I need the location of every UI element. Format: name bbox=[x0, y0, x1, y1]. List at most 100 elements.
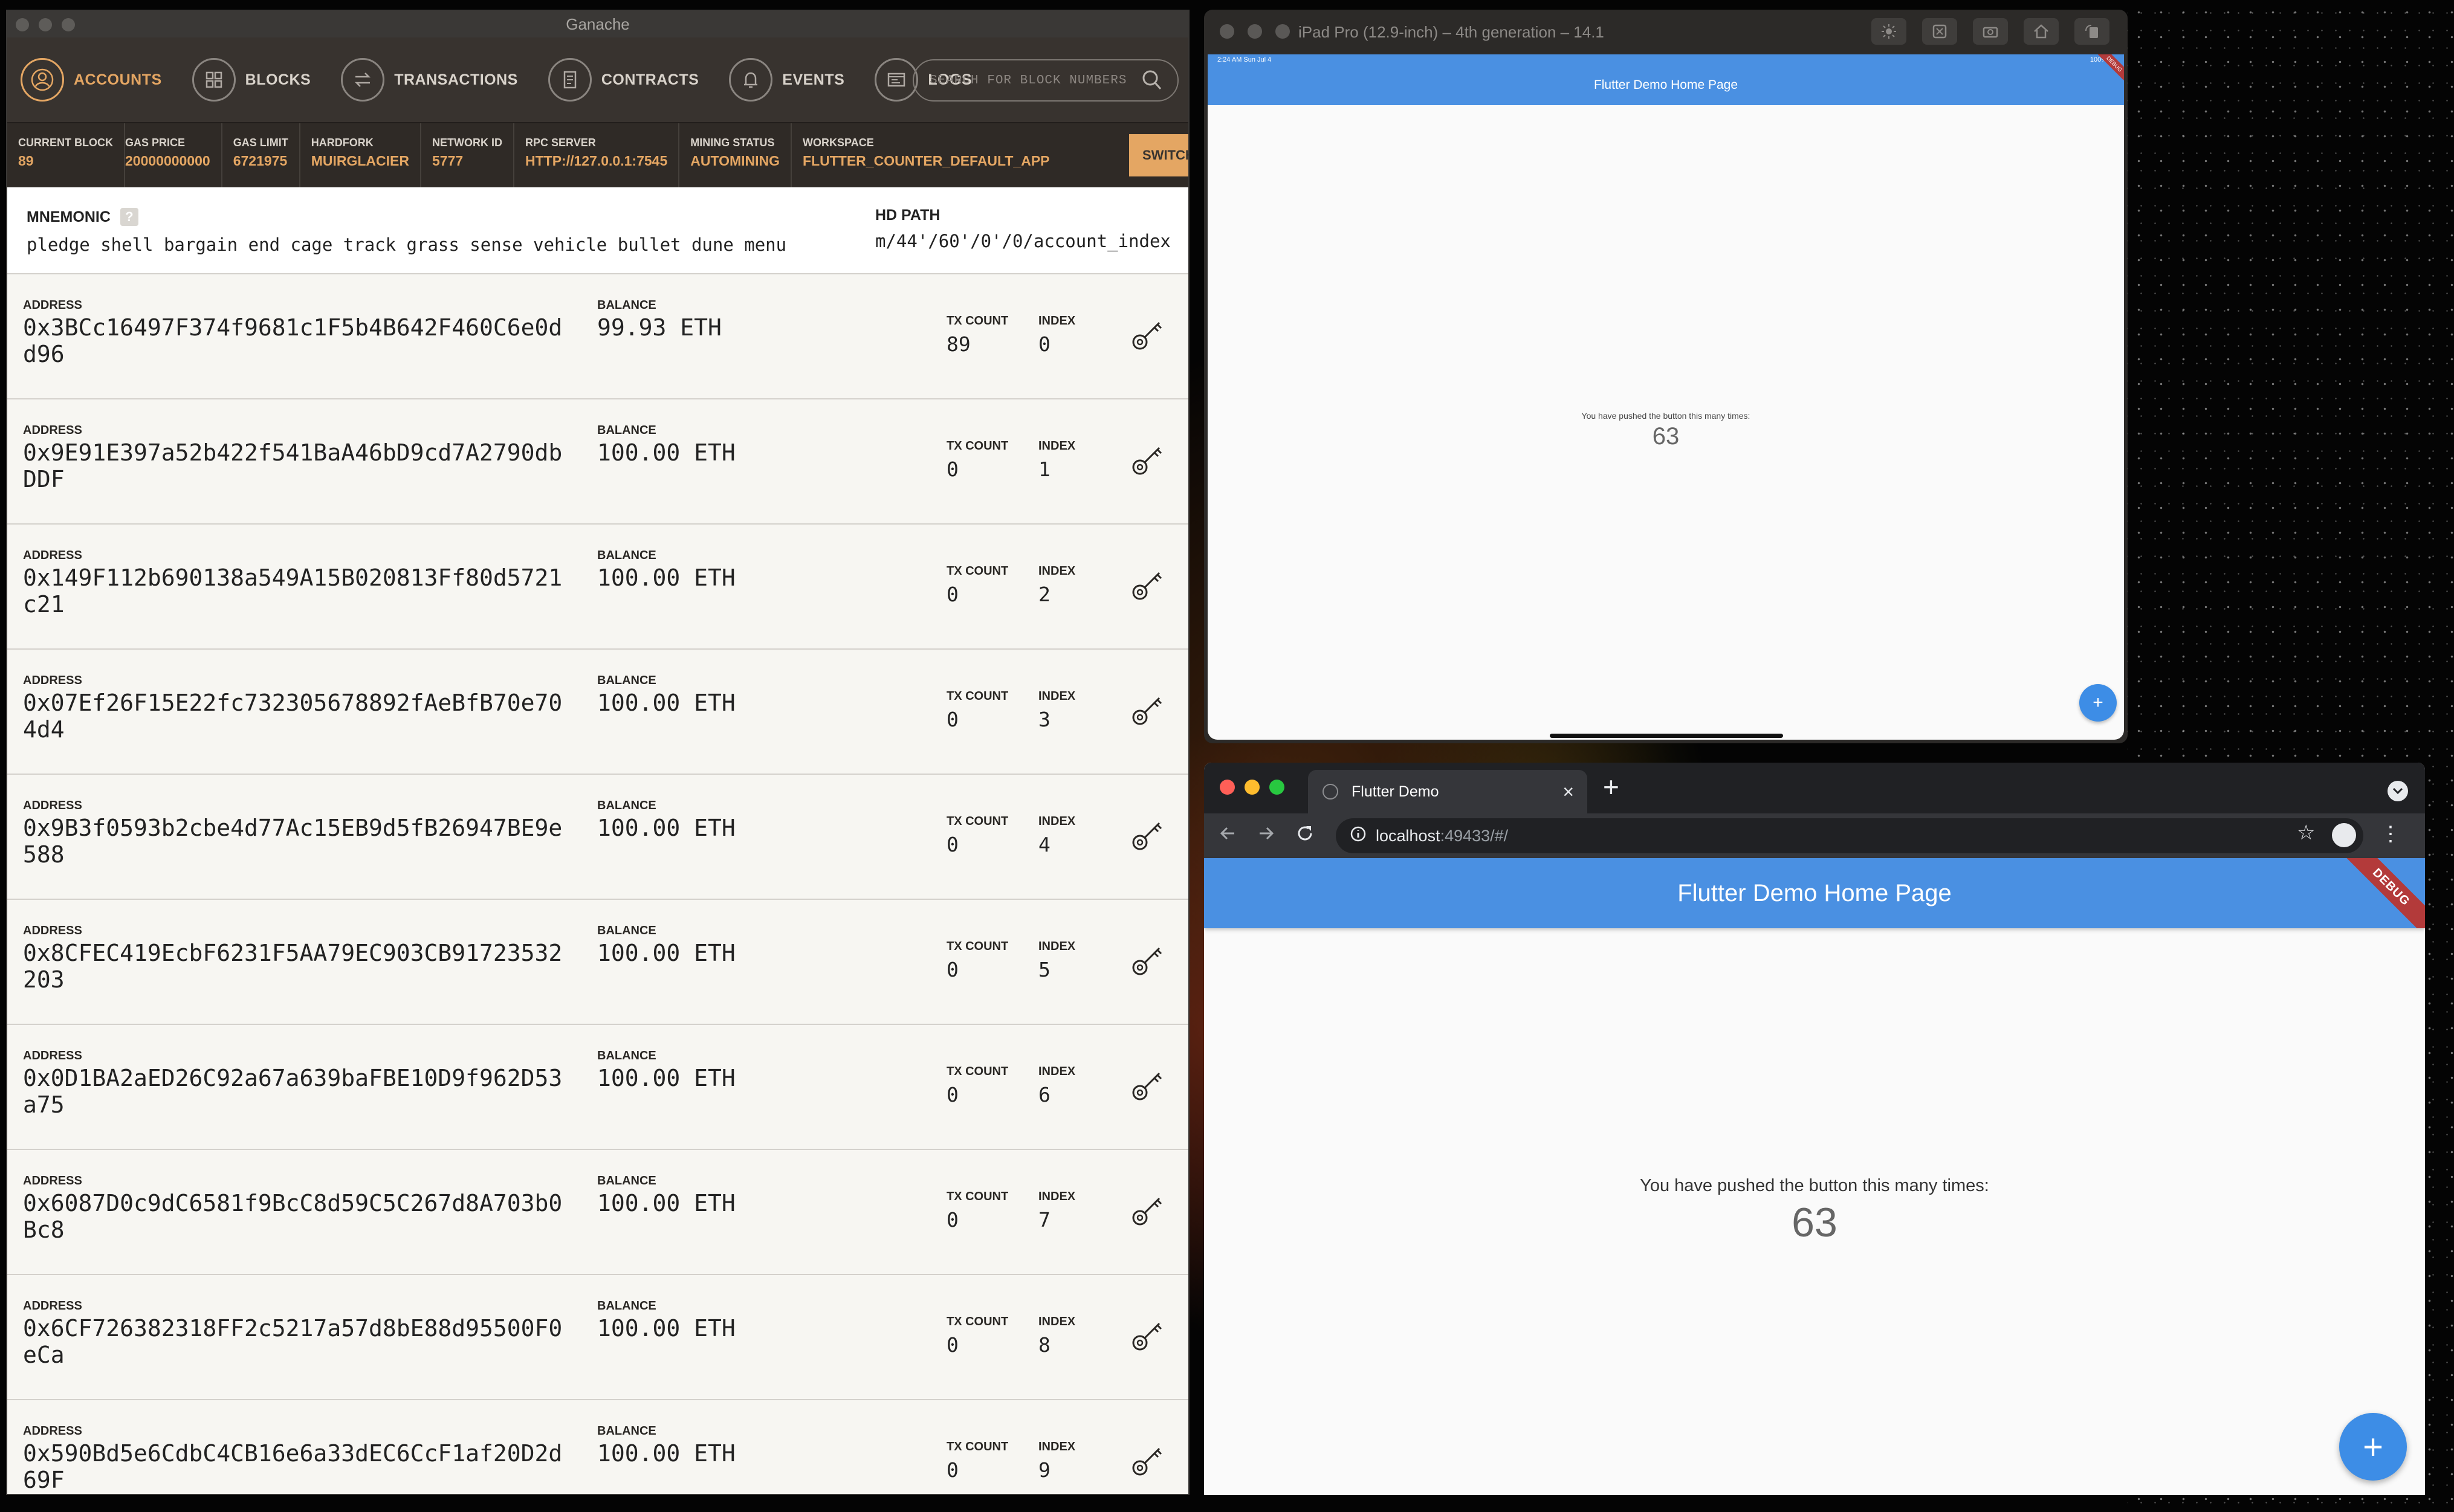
increment-fab[interactable]: + bbox=[2339, 1413, 2407, 1481]
account-row[interactable]: ADDRESS 0x6CF726382318FF2c5217a57d8bE88d… bbox=[7, 1275, 1188, 1400]
key-icon[interactable] bbox=[1130, 817, 1165, 855]
index-label: INDEX bbox=[1038, 1065, 1076, 1078]
account-row[interactable]: ADDRESS 0x07Ef26F15E22fc732305678892fAeB… bbox=[7, 650, 1188, 775]
tab-title: Flutter Demo bbox=[1352, 783, 1439, 800]
account-row[interactable]: ADDRESS 0x9B3f0593b2cbe4d77Ac15EB9d5fB26… bbox=[7, 775, 1188, 900]
account-row[interactable]: ADDRESS 0x6087D0c9dC6581f9BcC8d59C5C267d… bbox=[7, 1150, 1188, 1275]
account-tx-count: 0 bbox=[947, 583, 959, 606]
info-workspace: WORKSPACE FLUTTER_COUNTER_DEFAULT_APP bbox=[803, 137, 1050, 169]
home-icon[interactable] bbox=[2024, 18, 2059, 45]
brightness-icon[interactable] bbox=[1871, 18, 1906, 45]
info-gas-limit: GAS LIMIT 6721975 bbox=[222, 123, 300, 187]
forward-arrow-icon[interactable] bbox=[1256, 823, 1277, 848]
info-rpc-server: RPC SERVER HTTP://127.0.0.1:7545 bbox=[514, 123, 680, 187]
simulator-window: iPad Pro (12.9-inch) – 4th generation – … bbox=[1204, 10, 2128, 743]
tab-flutter-demo[interactable]: Flutter Demo × bbox=[1308, 770, 1587, 813]
window-title: Ganache bbox=[566, 15, 630, 33]
key-icon[interactable] bbox=[1130, 442, 1165, 480]
screenshot-icon[interactable] bbox=[1922, 18, 1957, 45]
camera-icon[interactable] bbox=[1973, 18, 2008, 45]
account-balance: 100.00 ETH bbox=[597, 1440, 736, 1467]
account-row[interactable]: ADDRESS 0x9E91E397a52b422f541BaA46bD9cd7… bbox=[7, 399, 1188, 525]
new-tab-button[interactable]: + bbox=[1603, 773, 1619, 801]
key-icon[interactable] bbox=[1130, 692, 1165, 730]
address-label: ADDRESS bbox=[23, 1174, 82, 1187]
nav-accounts[interactable]: ACCOUNTS bbox=[21, 58, 162, 102]
info-icon[interactable] bbox=[1350, 826, 1366, 846]
account-index: 3 bbox=[1038, 708, 1051, 731]
nav-contracts[interactable]: CONTRACTS bbox=[548, 58, 699, 102]
back-arrow-icon[interactable] bbox=[1217, 823, 1238, 848]
key-icon[interactable] bbox=[1130, 942, 1165, 980]
info-gas-price: GAS PRICE 20000000000 bbox=[125, 123, 222, 187]
bookmark-star-icon[interactable]: ☆ bbox=[2297, 821, 2315, 845]
nav-events[interactable]: EVENTS bbox=[729, 58, 844, 102]
account-tx-count: 0 bbox=[947, 1208, 959, 1232]
account-address: 0x0D1BA2aED26C92a67a639baFBE10D9f962D53a… bbox=[23, 1065, 563, 1118]
home-indicator[interactable] bbox=[1550, 734, 1783, 738]
key-icon[interactable] bbox=[1130, 1317, 1165, 1355]
index-label: INDEX bbox=[1038, 690, 1076, 703]
account-tx-count: 0 bbox=[947, 833, 959, 856]
index-label: INDEX bbox=[1038, 314, 1076, 328]
key-icon[interactable] bbox=[1130, 317, 1165, 355]
account-tx-count: 89 bbox=[947, 332, 971, 356]
tx-count-label: TX COUNT bbox=[947, 940, 1009, 953]
maximize-window-button[interactable] bbox=[62, 18, 75, 31]
account-row[interactable]: ADDRESS 0x149F112b690138a549A15B020813Ff… bbox=[7, 525, 1188, 650]
switch-workspace-button[interactable]: SWITCH bbox=[1129, 134, 1188, 176]
rotate-icon[interactable] bbox=[2074, 18, 2109, 45]
window-controls bbox=[1220, 24, 1290, 39]
nav-blocks[interactable]: BLOCKS bbox=[192, 58, 311, 102]
account-address: 0x8CFEC419EcbF6231F5AA79EC903CB917235322… bbox=[23, 940, 563, 993]
minimize-window-button[interactable] bbox=[1248, 24, 1262, 39]
index-label: INDEX bbox=[1038, 1190, 1076, 1203]
account-address: 0x3BCc16497F374f9681c1F5b4B642F460C6e0dd… bbox=[23, 314, 563, 367]
account-row[interactable]: ADDRESS 0x3BCc16497F374f9681c1F5b4B642F4… bbox=[7, 274, 1188, 399]
tx-count-label: TX COUNT bbox=[947, 439, 1009, 453]
account-balance: 99.93 ETH bbox=[597, 314, 722, 341]
url-host: localhost bbox=[1376, 826, 1440, 845]
tab-search-icon[interactable] bbox=[2388, 781, 2408, 801]
hd-path-label: HD PATH bbox=[875, 207, 940, 224]
account-tx-count: 0 bbox=[947, 958, 959, 981]
minimize-window-button[interactable] bbox=[39, 18, 52, 31]
close-window-button[interactable] bbox=[1220, 24, 1234, 39]
maximize-window-button[interactable] bbox=[1275, 24, 1290, 39]
reload-icon[interactable] bbox=[1295, 823, 1315, 848]
close-window-button[interactable] bbox=[1220, 780, 1235, 795]
more-menu-icon[interactable]: ⋮ bbox=[2380, 822, 2401, 846]
status-time: 2:24 AM Sun Jul 4 bbox=[1217, 56, 1272, 63]
account-address: 0x6CF726382318FF2c5217a57d8bE88d95500F0e… bbox=[23, 1315, 563, 1368]
close-tab-icon[interactable]: × bbox=[1562, 781, 1574, 803]
account-address: 0x6087D0c9dC6581f9BcC8d59C5C267d8A703b0B… bbox=[23, 1190, 563, 1243]
account-index: 8 bbox=[1038, 1333, 1051, 1357]
profile-avatar-icon[interactable] bbox=[2332, 823, 2356, 847]
contracts-icon bbox=[548, 58, 592, 102]
key-icon[interactable] bbox=[1130, 1192, 1165, 1230]
account-row[interactable]: ADDRESS 0x0D1BA2aED26C92a67a639baFBE10D9… bbox=[7, 1025, 1188, 1150]
simulator-toolbar bbox=[1871, 18, 2109, 45]
search-icon bbox=[1141, 69, 1163, 96]
account-address: 0x9B3f0593b2cbe4d77Ac15EB9d5fB26947BE9e5… bbox=[23, 815, 563, 868]
key-icon[interactable] bbox=[1130, 567, 1165, 605]
account-tx-count: 0 bbox=[947, 457, 959, 481]
address-bar[interactable]: localhost :49433/#/ bbox=[1336, 818, 2363, 853]
bell-icon bbox=[729, 58, 773, 102]
minimize-window-button[interactable] bbox=[1245, 780, 1260, 795]
account-row[interactable]: ADDRESS 0x8CFEC419EcbF6231F5AA79EC903CB9… bbox=[7, 900, 1188, 1025]
block-search-input[interactable]: SEARCH FOR BLOCK NUMBERS bbox=[913, 59, 1179, 102]
address-label: ADDRESS bbox=[23, 549, 82, 562]
search-placeholder: SEARCH FOR BLOCK NUMBERS bbox=[930, 73, 1127, 88]
key-icon[interactable] bbox=[1130, 1067, 1165, 1105]
nav-transactions[interactable]: TRANSACTIONS bbox=[341, 58, 518, 102]
close-window-button[interactable] bbox=[16, 18, 29, 31]
maximize-window-button[interactable] bbox=[1269, 780, 1284, 795]
increment-fab[interactable]: + bbox=[2079, 684, 2117, 722]
account-tx-count: 0 bbox=[947, 1333, 959, 1357]
help-icon[interactable]: ? bbox=[120, 208, 138, 226]
key-icon[interactable] bbox=[1130, 1443, 1165, 1481]
chain-info-bar: CURRENT BLOCK 89 GAS PRICE 20000000000 G… bbox=[7, 122, 1188, 187]
account-row[interactable]: ADDRESS 0x590Bd5e6CdbC4CB16e6a33dEC6CcF1… bbox=[7, 1400, 1188, 1494]
address-label: ADDRESS bbox=[23, 799, 82, 812]
